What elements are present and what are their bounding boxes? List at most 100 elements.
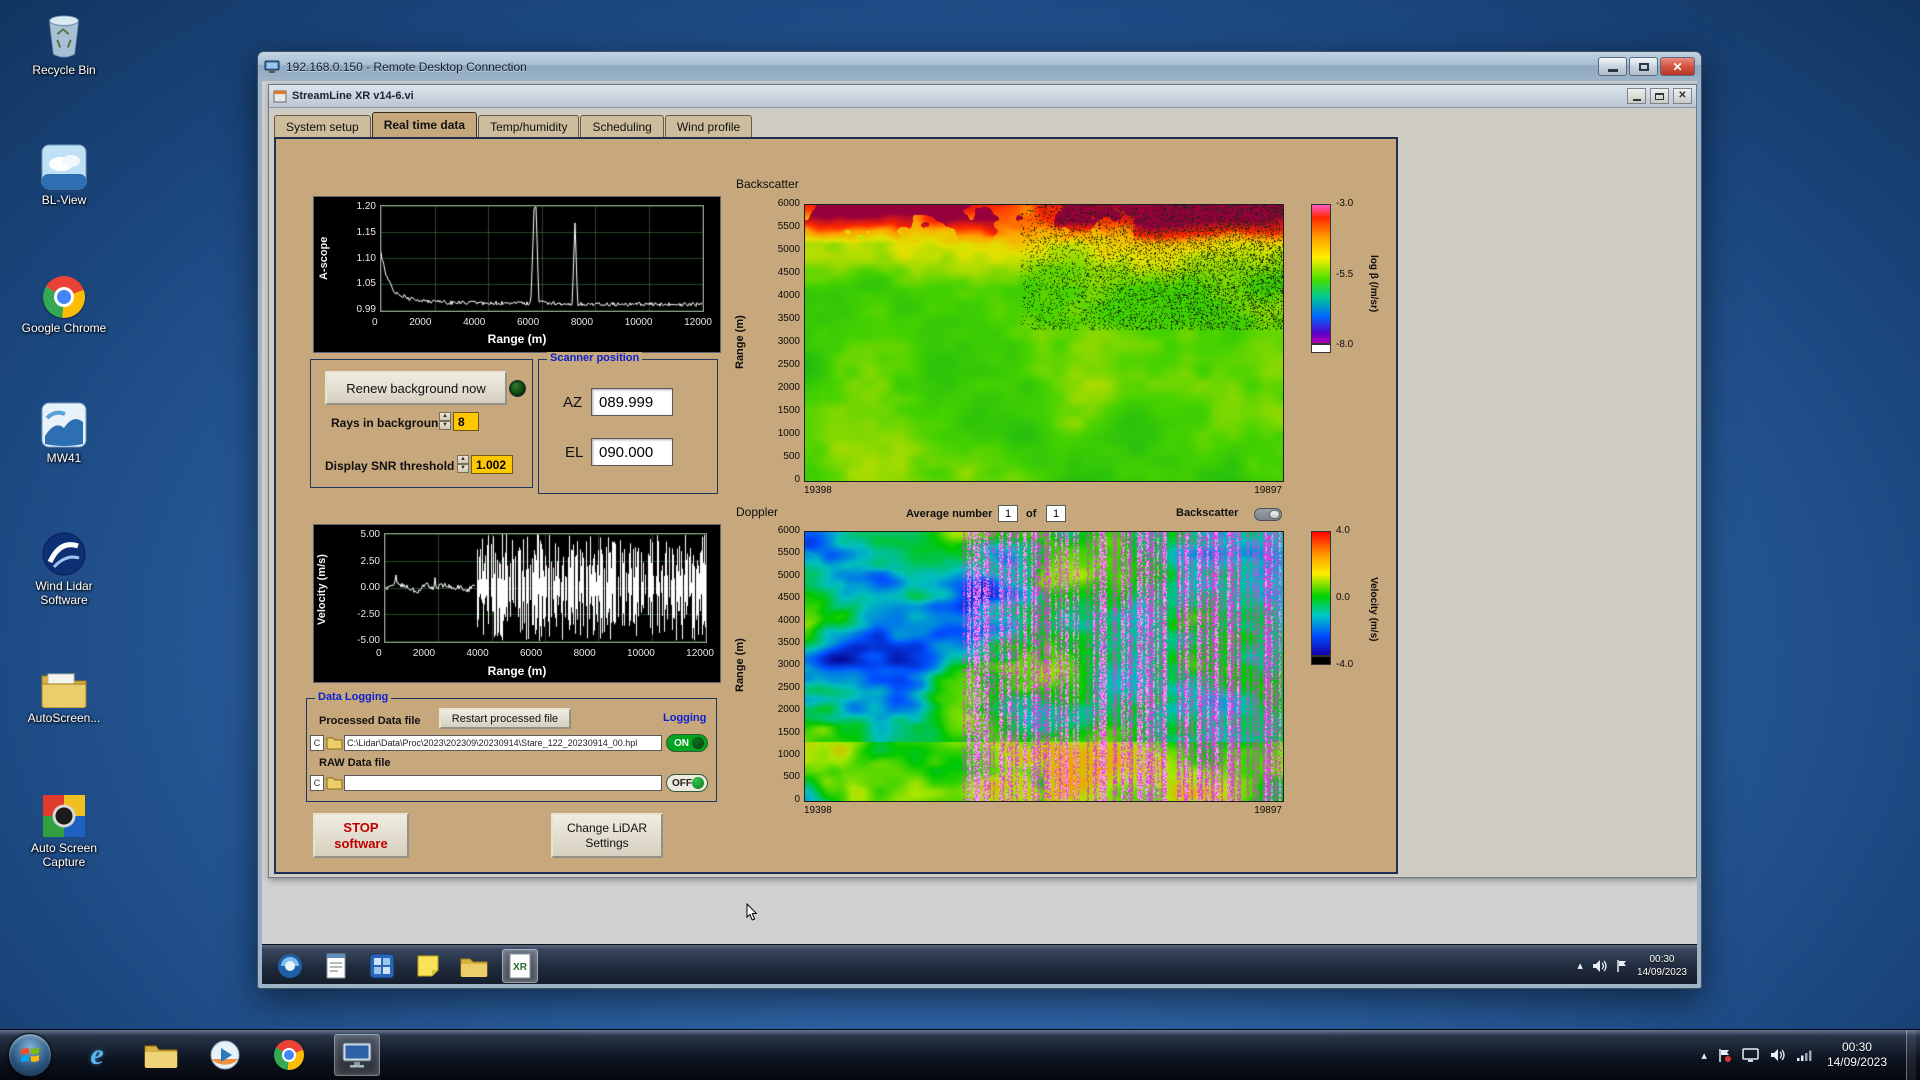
tick-label: 5500: [777, 547, 800, 559]
desktop-icon-google-chrome[interactable]: Google Chrome: [14, 268, 114, 336]
velocity-plot-canvas: [384, 533, 707, 643]
rdp-close-button[interactable]: ✕: [1660, 57, 1695, 76]
tray-monitor-icon[interactable]: [1742, 1048, 1759, 1062]
backscatter-x-labels: 19398 19897: [804, 485, 1282, 496]
toggle-off-label: OFF: [672, 777, 692, 789]
remote-taskbar-notepad-button[interactable]: [318, 949, 354, 983]
renew-background-button[interactable]: Renew background now: [325, 371, 507, 405]
tick-label: 4000: [463, 317, 486, 328]
app-close-button[interactable]: ✕: [1673, 88, 1692, 104]
raw-logging-toggle[interactable]: OFF: [666, 774, 708, 792]
tray-volume-icon[interactable]: [1770, 1048, 1785, 1062]
stop-software-button[interactable]: STOP software: [313, 813, 409, 858]
desktop-icon-recycle-bin[interactable]: Recycle Bin: [14, 10, 114, 78]
doppler-x-start: 19398: [804, 805, 832, 816]
backscatter-y-ticks: 6000 5500 5000 4500 4000 3500 3000 2500 2000 1500…: [722, 197, 800, 487]
raw-browse-folder-icon[interactable]: [326, 775, 343, 791]
tick-label: -5.00: [357, 635, 380, 646]
tab-real-time-data[interactable]: Real time data: [371, 112, 478, 138]
remote-clock[interactable]: 00:30 14/09/2023: [1637, 953, 1687, 979]
app-window-icon: [273, 90, 287, 102]
remote-taskbar-folder-button[interactable]: [456, 949, 492, 983]
desktop-icon-mw41[interactable]: MW41: [14, 398, 114, 466]
remote-taskbar-streamline-app-button[interactable]: XR: [502, 948, 538, 983]
snr-spinner[interactable]: ▲ ▼: [457, 455, 469, 473]
doppler-y-ticks: 6000 5500 5000 4500 4000 3500 3000 2500 2000 1500…: [722, 524, 800, 807]
remote-show-hidden-icons[interactable]: ▴: [1577, 959, 1583, 972]
el-label: EL: [565, 444, 584, 461]
processed-data-file-path[interactable]: C:\Lidar\Data\Proc\2023\202309\20230914\…: [344, 735, 662, 751]
average-number-value[interactable]: 1: [998, 505, 1018, 522]
remote-desktop: StreamLine XR v14-6.vi ✕ System setup Re…: [262, 81, 1697, 984]
show-hidden-icons[interactable]: ▴: [1701, 1049, 1707, 1062]
remote-flag-icon[interactable]: [1616, 959, 1628, 973]
desktop-icon-autoscreen[interactable]: AutoScreen...: [14, 658, 114, 726]
rdp-maximize-button[interactable]: [1629, 57, 1658, 76]
folder-icon: [14, 658, 114, 708]
raw-drive-box[interactable]: C: [310, 775, 324, 791]
tick-label: 4500: [777, 267, 800, 278]
show-desktop-button[interactable]: [1906, 1029, 1916, 1080]
tick-label: 3000: [777, 659, 800, 671]
tray-network-icon[interactable]: [1796, 1049, 1812, 1062]
tab-wind-profile[interactable]: Wind profile: [664, 115, 753, 138]
tab-scheduling[interactable]: Scheduling: [580, 115, 664, 138]
tick-label: -3.0: [1336, 198, 1354, 209]
change-lidar-settings-button[interactable]: Change LiDAR Settings: [551, 813, 663, 858]
tick-label: 1.15: [356, 226, 376, 238]
taskbar-remote-desktop-button[interactable]: [334, 1034, 380, 1076]
remote-taskbar-system-button[interactable]: [364, 949, 400, 983]
tick-label: 5500: [777, 221, 800, 232]
backscatter-toggle-switch[interactable]: [1254, 508, 1282, 521]
el-value[interactable]: 090.000: [591, 438, 673, 466]
app-window-controls: ✕: [1625, 88, 1692, 104]
velocity-x-axis-label: Range (m): [487, 664, 547, 678]
app-titlebar[interactable]: StreamLine XR v14-6.vi ✕: [269, 85, 1696, 108]
tab-system-setup[interactable]: System setup: [274, 115, 371, 138]
rays-in-background-value[interactable]: 8: [453, 412, 479, 431]
taskbar-explorer-button[interactable]: [142, 1034, 180, 1076]
restart-processed-file-button[interactable]: Restart processed file: [439, 708, 571, 729]
doppler-x-end: 19897: [1254, 805, 1282, 816]
app-minimize-button[interactable]: [1627, 88, 1646, 104]
taskbar-internet-explorer-button[interactable]: e: [78, 1034, 116, 1076]
of-value[interactable]: 1: [1046, 505, 1066, 522]
tick-label: 2000: [409, 317, 432, 328]
rdp-titlebar[interactable]: 192.168.0.150 - Remote Desktop Connectio…: [258, 52, 1701, 81]
az-value[interactable]: 089.999: [591, 388, 673, 416]
backscatter-chart-title: Backscatter: [736, 177, 799, 191]
taskbar-chrome-button[interactable]: [270, 1034, 308, 1076]
remote-taskbar-notes-button[interactable]: [410, 949, 446, 983]
tick-label: 2000: [412, 648, 436, 659]
app-maximize-button[interactable]: [1650, 88, 1669, 104]
tick-label: 0: [794, 474, 800, 485]
raw-data-file-path[interactable]: [344, 775, 662, 791]
snr-threshold-value[interactable]: 1.002: [471, 455, 513, 474]
tick-label: 1000: [777, 428, 800, 439]
tick-label: 0.00: [360, 582, 380, 593]
remote-volume-icon[interactable]: [1592, 959, 1607, 973]
host-clock-date: 14/09/2023: [1826, 1055, 1887, 1069]
action-center-flag-icon[interactable]: [1718, 1048, 1731, 1063]
processed-logging-toggle[interactable]: ON: [666, 734, 708, 752]
change-button-line1: Change LiDAR: [566, 820, 648, 835]
screen-capture-icon: [14, 788, 114, 838]
desktop-icon-wind-lidar-software[interactable]: Wind Lidar Software: [14, 526, 114, 608]
desktop-icon-auto-screen-capture[interactable]: Auto Screen Capture: [14, 788, 114, 870]
desktop-icon-bl-view[interactable]: BL-View: [14, 140, 114, 208]
start-button[interactable]: [8, 1033, 52, 1077]
host-clock[interactable]: 00:30 14/09/2023: [1827, 1040, 1887, 1070]
system-icon: [369, 953, 395, 978]
sticky-note-icon: [417, 955, 439, 976]
taskbar-media-player-button[interactable]: [206, 1034, 244, 1076]
rays-spinner[interactable]: ▲ ▼: [439, 412, 451, 430]
rdp-minimize-button[interactable]: [1598, 57, 1627, 76]
az-label: AZ: [563, 394, 583, 411]
logging-label: Logging: [663, 712, 707, 724]
processed-drive-box[interactable]: C: [310, 735, 324, 751]
rdp-window: 192.168.0.150 - Remote Desktop Connectio…: [257, 51, 1702, 989]
processed-browse-folder-icon[interactable]: [326, 735, 343, 751]
remote-taskbar-browser-button[interactable]: [272, 949, 308, 983]
tab-temp-humidity[interactable]: Temp/humidity: [478, 115, 580, 138]
stop-button-line2: software: [334, 835, 388, 851]
